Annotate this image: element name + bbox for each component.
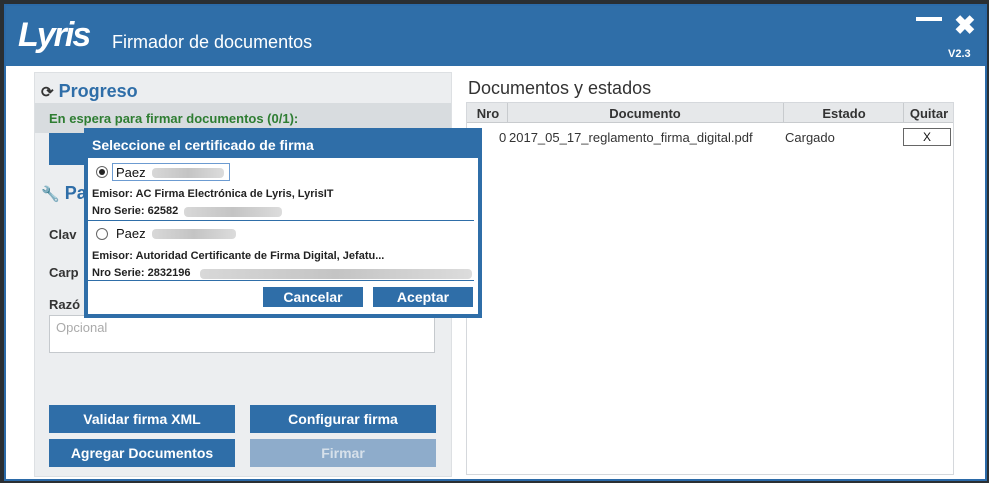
cancel-button[interactable]: Cancelar bbox=[263, 287, 363, 307]
cert-separator-2 bbox=[88, 280, 474, 281]
close-icon[interactable]: ✖ bbox=[954, 12, 976, 38]
redacted-serial-1 bbox=[184, 207, 282, 217]
lyris-logo: Lyris bbox=[18, 16, 91, 54]
col-document: Documento bbox=[609, 106, 681, 121]
cert-separator bbox=[88, 220, 474, 221]
sign-button[interactable]: Firmar bbox=[250, 439, 436, 467]
redacted-name-2 bbox=[152, 229, 236, 239]
cert-issuer-1: Emisor: AC Firma Electrónica de Lyris, L… bbox=[92, 188, 334, 200]
add-documents-button[interactable]: Agregar Documentos bbox=[49, 439, 235, 467]
accept-button[interactable]: Aceptar bbox=[373, 287, 473, 307]
cert-serial-2: Nro Serie: 2832196 bbox=[92, 267, 191, 279]
cert-issuer-2: Emisor: Autoridad Certificante de Firma … bbox=[92, 250, 385, 262]
row-document: 2017_05_17_reglamento_firma_digital.pdf bbox=[509, 130, 753, 145]
cert-option-2[interactable]: Paez Emisor: Autoridad Certificante de F… bbox=[88, 222, 474, 282]
cert-name-1: Paez bbox=[116, 165, 146, 180]
minimize-icon[interactable] bbox=[916, 17, 942, 21]
dialog-title: Seleccione el certificado de firma bbox=[92, 137, 314, 153]
cert-name-2: Paez bbox=[116, 226, 146, 241]
row-nro: 0 bbox=[499, 130, 507, 145]
table-header: Nro Documento Estado Quitar bbox=[467, 103, 953, 123]
col-remove: Quitar bbox=[909, 106, 949, 121]
dialog-body: Paez Emisor: AC Firma Electrónica de Lyr… bbox=[88, 158, 478, 314]
cert-serial-1: Nro Serie: 62582 bbox=[92, 205, 179, 217]
documents-table: Nro Documento Estado Quitar 0 2017_05_17… bbox=[466, 102, 954, 475]
reason-label: Razó bbox=[49, 297, 81, 312]
reason-input[interactable]: Opcional bbox=[49, 315, 435, 353]
remove-row-button[interactable]: X bbox=[903, 128, 951, 146]
progress-header: ⟳ Progreso bbox=[41, 81, 138, 102]
cert-radio-2[interactable] bbox=[96, 228, 108, 240]
validate-xml-button[interactable]: Validar firma XML bbox=[49, 405, 235, 433]
window-title: Firmador de documentos bbox=[112, 32, 313, 52]
col-state: Estado bbox=[822, 106, 866, 121]
params-header: 🔧 Pa bbox=[41, 183, 87, 204]
redacted-serial-2 bbox=[200, 269, 472, 279]
wrench-icon: 🔧 bbox=[41, 186, 60, 203]
progress-title: Progreso bbox=[58, 81, 138, 101]
reason-placeholder: Opcional bbox=[56, 320, 108, 335]
col-nro: Nro bbox=[476, 106, 500, 121]
folder-label: Carp bbox=[49, 265, 79, 280]
version-label: V2.3 bbox=[948, 48, 971, 60]
waiting-text: En espera para firmar documentos (0/1): bbox=[49, 111, 299, 126]
row-state: Cargado bbox=[785, 130, 835, 145]
key-label: Clav bbox=[49, 227, 77, 242]
cert-radio-1[interactable] bbox=[96, 166, 108, 178]
redacted-name-1 bbox=[152, 168, 224, 178]
certificate-dialog: Seleccione el certificado de firma Paez … bbox=[84, 128, 482, 318]
title-bar: Lyris Firmador de documentos ✖ V2.3 bbox=[6, 6, 985, 66]
cert-option-1[interactable]: Paez Emisor: AC Firma Electrónica de Lyr… bbox=[88, 158, 474, 218]
configure-sign-button[interactable]: Configurar firma bbox=[250, 405, 436, 433]
refresh-icon: ⟳ bbox=[41, 84, 54, 101]
documents-title: Documentos y estados bbox=[468, 78, 652, 98]
